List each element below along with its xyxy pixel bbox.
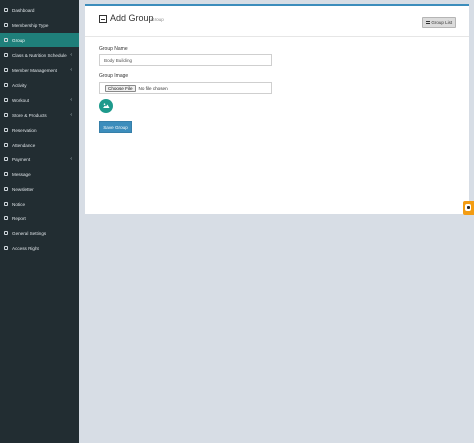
group-name-input[interactable]: Body Building [99, 54, 272, 66]
sidebar-item-label: Member Management [12, 67, 57, 73]
sidebar-item-general-settings[interactable]: General Settings [0, 226, 79, 240]
settings-icon [4, 231, 8, 235]
sidebar-item-label: Report [12, 215, 26, 221]
sidebar-item-label: Workout [12, 97, 30, 103]
sidebar-item-notice[interactable]: Notice [0, 197, 79, 211]
add-group-icon [99, 15, 107, 23]
sidebar-item-label: Reservation [12, 127, 37, 133]
sidebar-item-label: Payment [12, 156, 31, 162]
sidebar-item-reservation[interactable]: Reservation [0, 123, 79, 137]
workout-icon [4, 98, 8, 102]
calendar-icon [4, 53, 8, 57]
chevron-left-icon: ‹ [70, 156, 72, 162]
sidebar-item-label: Store & Products [12, 112, 47, 118]
group-list-button[interactable]: Group List [422, 17, 456, 28]
group-icon [4, 38, 8, 42]
sidebar-item-label: Message [12, 171, 31, 177]
activity-icon [4, 83, 8, 87]
chevron-left-icon: ‹ [70, 97, 72, 103]
list-icon [425, 21, 430, 24]
sidebar-item-membership-type[interactable]: Membership Type [0, 18, 79, 32]
sidebar-item-message[interactable]: Message [0, 167, 79, 181]
group-image-label: Group Image [99, 73, 129, 79]
sidebar-item-label: General Settings [12, 230, 47, 236]
report-icon [4, 216, 8, 220]
support-icon [465, 204, 471, 211]
sidebar: Dashboard Membership Type Group Class & … [0, 0, 79, 443]
sidebar-item-group[interactable]: Group [0, 33, 79, 47]
newsletter-icon [4, 187, 8, 191]
sidebar-item-report[interactable]: Report [0, 211, 79, 225]
sidebar-item-activity[interactable]: Activity [0, 78, 79, 92]
sidebar-item-label: Notice [12, 201, 26, 207]
reservation-icon [4, 128, 8, 132]
page-subtitle: Group [151, 16, 164, 22]
file-status: No file chosen [138, 85, 168, 91]
sidebar-item-label: Attendance [12, 142, 36, 148]
attendance-icon [4, 143, 8, 147]
message-icon [4, 172, 8, 176]
group-image-file-input[interactable]: Choose File No file chosen [99, 82, 272, 94]
dashboard-icon [4, 8, 8, 12]
sidebar-item-label: Activity [12, 82, 27, 88]
sidebar-item-label: Dashboard [12, 7, 35, 13]
member-icon [4, 68, 8, 72]
group-image-preview [99, 99, 113, 113]
sidebar-item-access-right[interactable]: Access Right [0, 241, 79, 255]
membership-icon [4, 23, 8, 27]
store-icon [4, 113, 8, 117]
access-icon [4, 246, 8, 250]
chevron-left-icon: ‹ [70, 67, 72, 73]
payment-icon [4, 157, 8, 161]
sidebar-item-label: Access Right [12, 245, 39, 251]
floating-support-badge[interactable] [463, 201, 474, 215]
group-name-label: Group Name [99, 46, 128, 52]
sidebar-item-dashboard[interactable]: Dashboard [0, 3, 79, 17]
sidebar-item-newsletter[interactable]: Newsletter [0, 182, 79, 196]
chevron-left-icon: ‹ [70, 52, 72, 58]
group-image-placeholder-icon [103, 103, 110, 108]
sidebar-item-label: Class & Nutrition Schedule [12, 52, 67, 58]
sidebar-item-label: Newsletter [12, 186, 34, 192]
page-title: Add Group [110, 13, 154, 23]
notice-icon [4, 202, 8, 206]
group-list-label: Group List [431, 20, 453, 25]
sidebar-item-label: Group [12, 37, 25, 43]
sidebar-item-workout[interactable]: Workout ‹ [0, 93, 79, 107]
add-group-panel: Add Group Group Group List Group Name Bo… [85, 4, 469, 214]
choose-file-button[interactable]: Choose File [105, 84, 136, 92]
sidebar-item-payment[interactable]: Payment ‹ [0, 152, 79, 166]
save-group-button[interactable]: Save Group [99, 121, 132, 133]
sidebar-item-class-nutrition-schedule[interactable]: Class & Nutrition Schedule ‹ [0, 48, 79, 62]
chevron-left-icon: ‹ [70, 112, 72, 118]
panel-header: Add Group Group Group List [85, 6, 469, 37]
sidebar-item-store-products[interactable]: Store & Products ‹ [0, 108, 79, 122]
sidebar-item-attendance[interactable]: Attendance [0, 138, 79, 152]
sidebar-item-label: Membership Type [12, 22, 49, 28]
content-top-strip [79, 0, 474, 3]
sidebar-item-member-management[interactable]: Member Management ‹ [0, 63, 79, 77]
